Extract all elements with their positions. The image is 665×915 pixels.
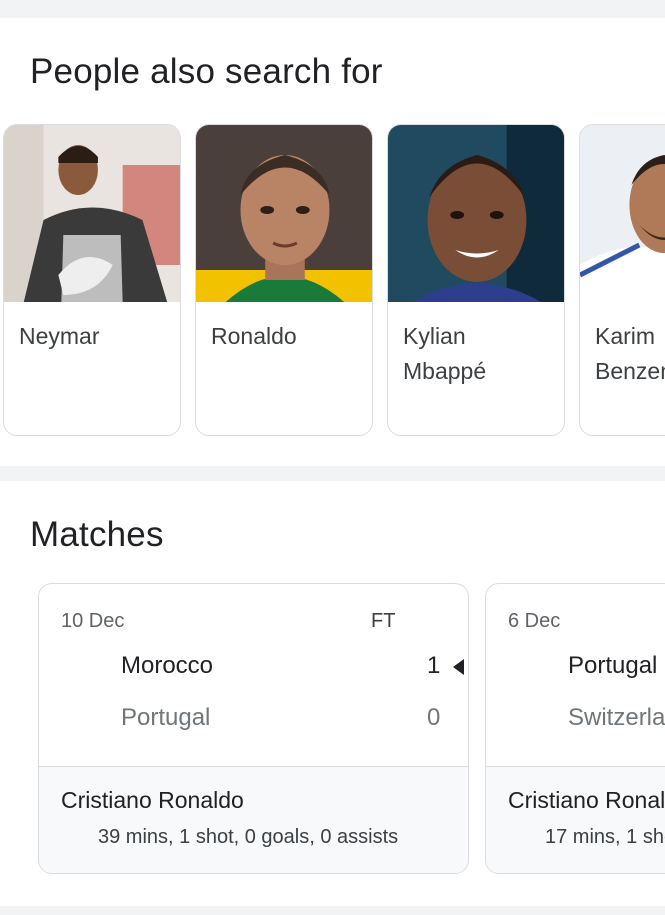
matches-section: Matches 10 Dec FT Morocco 1 Portugal 0 C… <box>0 481 665 906</box>
team-row-away: Portugal 0 <box>39 704 468 738</box>
section-title: Matches <box>30 515 164 554</box>
person-name: Neymar <box>19 323 100 349</box>
person-name: Ronaldo <box>211 323 297 349</box>
person-name: Karim Benzema <box>595 323 665 384</box>
person-name: Kylian Mbappé <box>403 323 487 384</box>
team-row-home: Portugal <box>486 652 665 686</box>
player-stats: 17 mins, 1 shot <box>545 826 665 848</box>
person-photo <box>580 125 665 302</box>
match-date: 6 Dec <box>508 610 561 632</box>
person-card-karim-benzema[interactable]: Karim Benzema <box>579 124 665 436</box>
player-stats: 39 mins, 1 shot, 0 goals, 0 assists <box>98 826 399 848</box>
team-row-away: Switzerland <box>486 704 665 738</box>
team-name: Morocco <box>121 652 214 679</box>
team-score: 0 <box>427 704 441 731</box>
match-date: 10 Dec <box>61 610 125 632</box>
player-stats-footer: Cristiano Ronaldo 39 mins, 1 shot, 0 goa… <box>39 766 468 873</box>
player-name: Cristiano Ronaldo <box>61 787 244 813</box>
people-also-search-for-section: People also search for Neymar Ronaldo Ky… <box>0 18 665 466</box>
team-name: Portugal <box>121 704 211 731</box>
person-photo <box>388 125 564 302</box>
player-stats-footer: Cristiano Ronaldo 17 mins, 1 shot <box>486 766 665 873</box>
person-card-kylian-mbappe[interactable]: Kylian Mbappé <box>387 124 565 436</box>
person-card-ronaldo[interactable]: Ronaldo <box>195 124 373 436</box>
team-score: 1 <box>427 652 441 679</box>
match-card[interactable]: 10 Dec FT Morocco 1 Portugal 0 Cristiano… <box>38 583 469 874</box>
team-name: Portugal <box>568 652 658 679</box>
person-photo <box>196 125 372 302</box>
person-card-neymar[interactable]: Neymar <box>3 124 181 436</box>
team-name: Switzerland <box>568 704 665 731</box>
match-status: FT <box>371 610 396 632</box>
player-name: Cristiano Ronaldo <box>508 787 665 813</box>
winner-arrow-icon <box>453 659 464 675</box>
team-row-home: Morocco 1 <box>39 652 468 686</box>
match-card[interactable]: 6 Dec Portugal Switzerland Cristiano Ron… <box>485 583 665 874</box>
section-title: People also search for <box>30 52 383 91</box>
person-photo <box>4 125 180 302</box>
